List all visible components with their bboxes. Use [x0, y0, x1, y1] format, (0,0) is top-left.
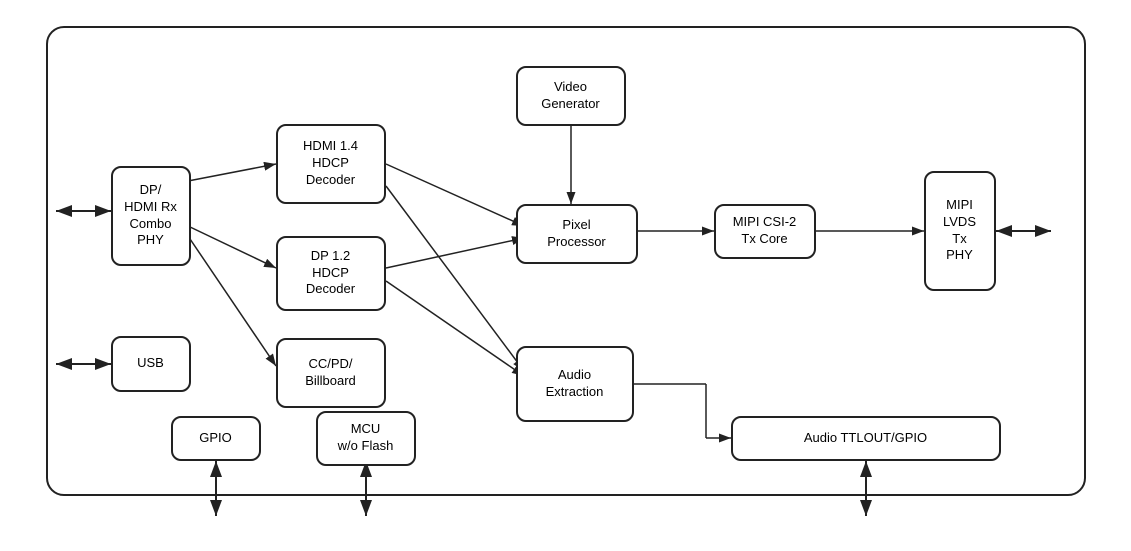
block-audio-ext: Audio Extraction	[516, 346, 634, 422]
block-video-gen: Video Generator	[516, 66, 626, 126]
diagram-container: DP/ HDMI Rx Combo PHY USB HDMI 1.4 HDCP …	[26, 16, 1106, 536]
block-pixel-proc: Pixel Processor	[516, 204, 638, 264]
block-mcu: MCU w/o Flash	[316, 411, 416, 466]
block-cc-pd: CC/PD/ Billboard	[276, 338, 386, 408]
block-dp-hdmi-phy: DP/ HDMI Rx Combo PHY	[111, 166, 191, 266]
block-mipi-csi: MIPI CSI-2 Tx Core	[714, 204, 816, 259]
block-gpio: GPIO	[171, 416, 261, 461]
block-hdmi-decoder: HDMI 1.4 HDCP Decoder	[276, 124, 386, 204]
block-audio-ttl: Audio TTLOUT/GPIO	[731, 416, 1001, 461]
block-dp-decoder: DP 1.2 HDCP Decoder	[276, 236, 386, 311]
block-mipi-lvds: MIPI LVDS Tx PHY	[924, 171, 996, 291]
block-usb: USB	[111, 336, 191, 392]
